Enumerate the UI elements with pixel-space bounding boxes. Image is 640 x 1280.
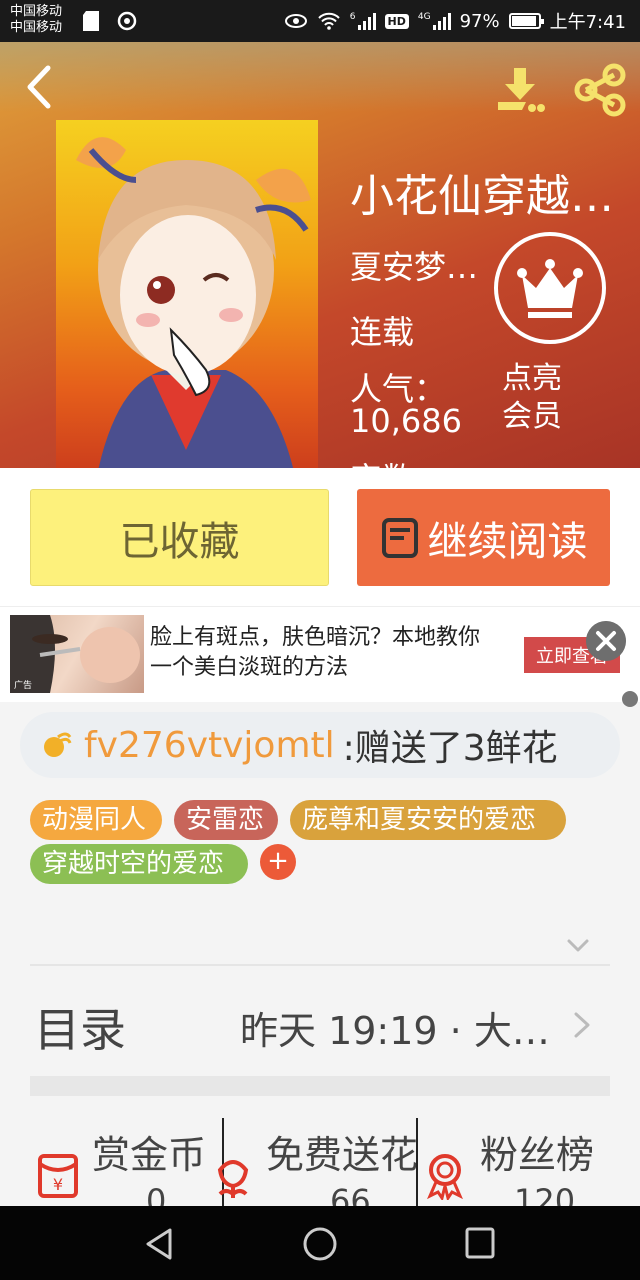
gift-message: :赠送了3鲜花: [342, 728, 558, 769]
book-cover[interactable]: [56, 120, 318, 468]
latest-chapter: 昨天 19:19 · 大…: [240, 1009, 550, 1053]
carrier-2: 中国移动: [10, 20, 63, 35]
chevron-right-icon: [574, 1012, 590, 1038]
book-title: 小花仙穿越…: [350, 171, 614, 222]
tag-item[interactable]: 庞尊和夏安安的爱恋: [290, 800, 566, 840]
status-bar: 中国移动 中国移动 6 HD 4G 97% 上午7:41: [0, 0, 640, 42]
flower-gift-icon: [44, 732, 72, 757]
gift-notice: fv276vtvjomtl :赠送了3鲜花: [20, 712, 620, 778]
book-icon: [381, 517, 418, 558]
reward-coins-value: 0: [146, 1182, 167, 1206]
fan-rank-value: 120: [514, 1182, 576, 1206]
eye-comfort-icon: [284, 14, 307, 28]
book-header: 小花仙穿越… 夏安梦… 连载 人气： 10,686 字数 点亮 会员: [0, 42, 640, 468]
medal-icon[interactable]: [420, 1150, 470, 1200]
fan-rank-label[interactable]: 粉丝榜: [480, 1124, 594, 1179]
stats-row: ¥ 赏金币 0 免费送花 66 粉丝榜 120: [0, 1118, 640, 1206]
battery-percent: 97%: [459, 10, 500, 32]
clock: 上午7:41: [549, 12, 626, 33]
book-status: 连载: [350, 313, 415, 351]
action-bar: 已收藏 继续阅读: [0, 468, 640, 606]
divider: [30, 964, 610, 966]
crown-icon[interactable]: [492, 230, 608, 346]
wifi-icon: [318, 12, 340, 30]
svg-text:¥: ¥: [53, 1175, 63, 1194]
chevron-down-icon[interactable]: [566, 936, 590, 956]
tag-item[interactable]: 安雷恋: [174, 800, 278, 840]
free-flowers-value: 66: [330, 1182, 371, 1206]
flower-icon[interactable]: [208, 1150, 258, 1200]
ad-text[interactable]: 脸上有斑点，肤色暗沉？本地教你一个美白淡斑的方法: [150, 623, 490, 683]
carrier-info: 中国移动 中国移动: [10, 4, 62, 36]
nav-home-icon[interactable]: [302, 1226, 338, 1262]
close-icon[interactable]: [586, 621, 626, 661]
share-icon[interactable]: [570, 60, 630, 120]
hd-badge: HD: [384, 13, 409, 29]
cover-illustration: [76, 137, 311, 468]
carrier-1: 中国移动: [10, 4, 63, 19]
nav-back-icon[interactable]: [142, 1226, 178, 1262]
table-of-contents-row[interactable]: 目录 昨天 19:19 · 大…: [0, 990, 640, 1060]
words-label: 字数: [350, 454, 414, 468]
system-nav-bar: [0, 1206, 640, 1280]
book-author[interactable]: 夏安梦…: [350, 242, 478, 288]
nav-recent-apps-icon[interactable]: [464, 1226, 496, 1260]
hotspot-icon: [117, 11, 137, 31]
section-separator: [30, 1076, 610, 1096]
continue-reading-label: 继续阅读: [427, 518, 588, 565]
download-icon[interactable]: [492, 62, 548, 118]
red-envelope-icon[interactable]: ¥: [32, 1150, 82, 1200]
signal-2-icon: 4G: [418, 12, 451, 30]
add-tag-button[interactable]: +: [260, 844, 296, 880]
reward-coins-label[interactable]: 赏金币: [92, 1124, 206, 1179]
ad-banner[interactable]: 广告 脸上有斑点，肤色暗沉？本地教你一个美白淡斑的方法 立即查看: [0, 606, 640, 707]
stat-divider: [416, 1118, 418, 1206]
signal-1-icon: 6: [350, 12, 376, 30]
gift-user[interactable]: fv276vtvjomtl: [84, 725, 335, 766]
continue-reading-button[interactable]: 继续阅读: [357, 489, 610, 586]
battery-icon: [508, 13, 544, 29]
ad-info-icon[interactable]: [622, 691, 638, 707]
back-icon[interactable]: [18, 62, 62, 112]
ad-image[interactable]: 广告: [10, 615, 144, 693]
tag-item[interactable]: 穿越时空的爱恋: [30, 844, 248, 884]
tag-item[interactable]: 动漫同人: [30, 800, 162, 840]
free-flowers-label[interactable]: 免费送花: [266, 1124, 418, 1179]
popularity-value: 10,686: [350, 402, 462, 440]
collected-button[interactable]: 已收藏: [30, 489, 329, 586]
ad-image-caption: 广告: [14, 681, 33, 691]
sd-card-icon: [83, 11, 99, 31]
toc-label: 目录: [34, 1003, 126, 1057]
vip-label[interactable]: 点亮 会员: [502, 360, 602, 436]
network-type-2: 4G: [417, 12, 431, 22]
network-type-1: 6: [349, 12, 356, 22]
